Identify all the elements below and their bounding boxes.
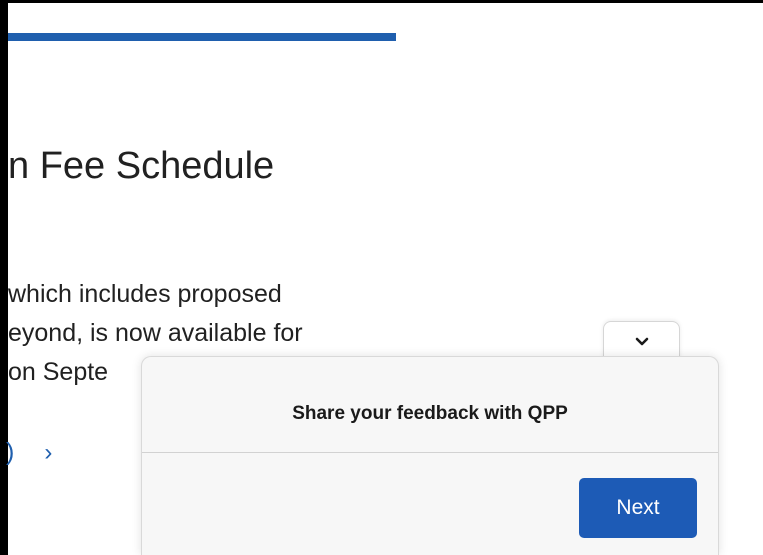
article-title: n Fee Schedule xyxy=(8,145,275,187)
window-top-edge xyxy=(0,0,763,3)
window-left-edge xyxy=(0,0,8,555)
read-more-link-text: ) xyxy=(6,438,15,466)
next-button[interactable]: Next xyxy=(579,478,697,538)
chevron-right-icon: › xyxy=(44,439,53,466)
feedback-title: Share your feedback with QPP xyxy=(292,403,568,424)
article-text-line: which includes proposed xyxy=(8,280,282,308)
feedback-collapse-toggle[interactable] xyxy=(603,321,680,361)
page: n Fee Schedule which includes proposed e… xyxy=(0,0,763,555)
chevron-down-icon xyxy=(635,337,648,345)
article-text-line: on Septe xyxy=(8,358,109,386)
article-text-line: eyond, is now available for xyxy=(8,319,303,347)
read-more-link[interactable]: ) › xyxy=(6,436,52,469)
feedback-panel: Share your feedback with QPP Next xyxy=(141,356,719,555)
panel-divider xyxy=(142,452,718,453)
section-accent-bar xyxy=(8,33,396,41)
